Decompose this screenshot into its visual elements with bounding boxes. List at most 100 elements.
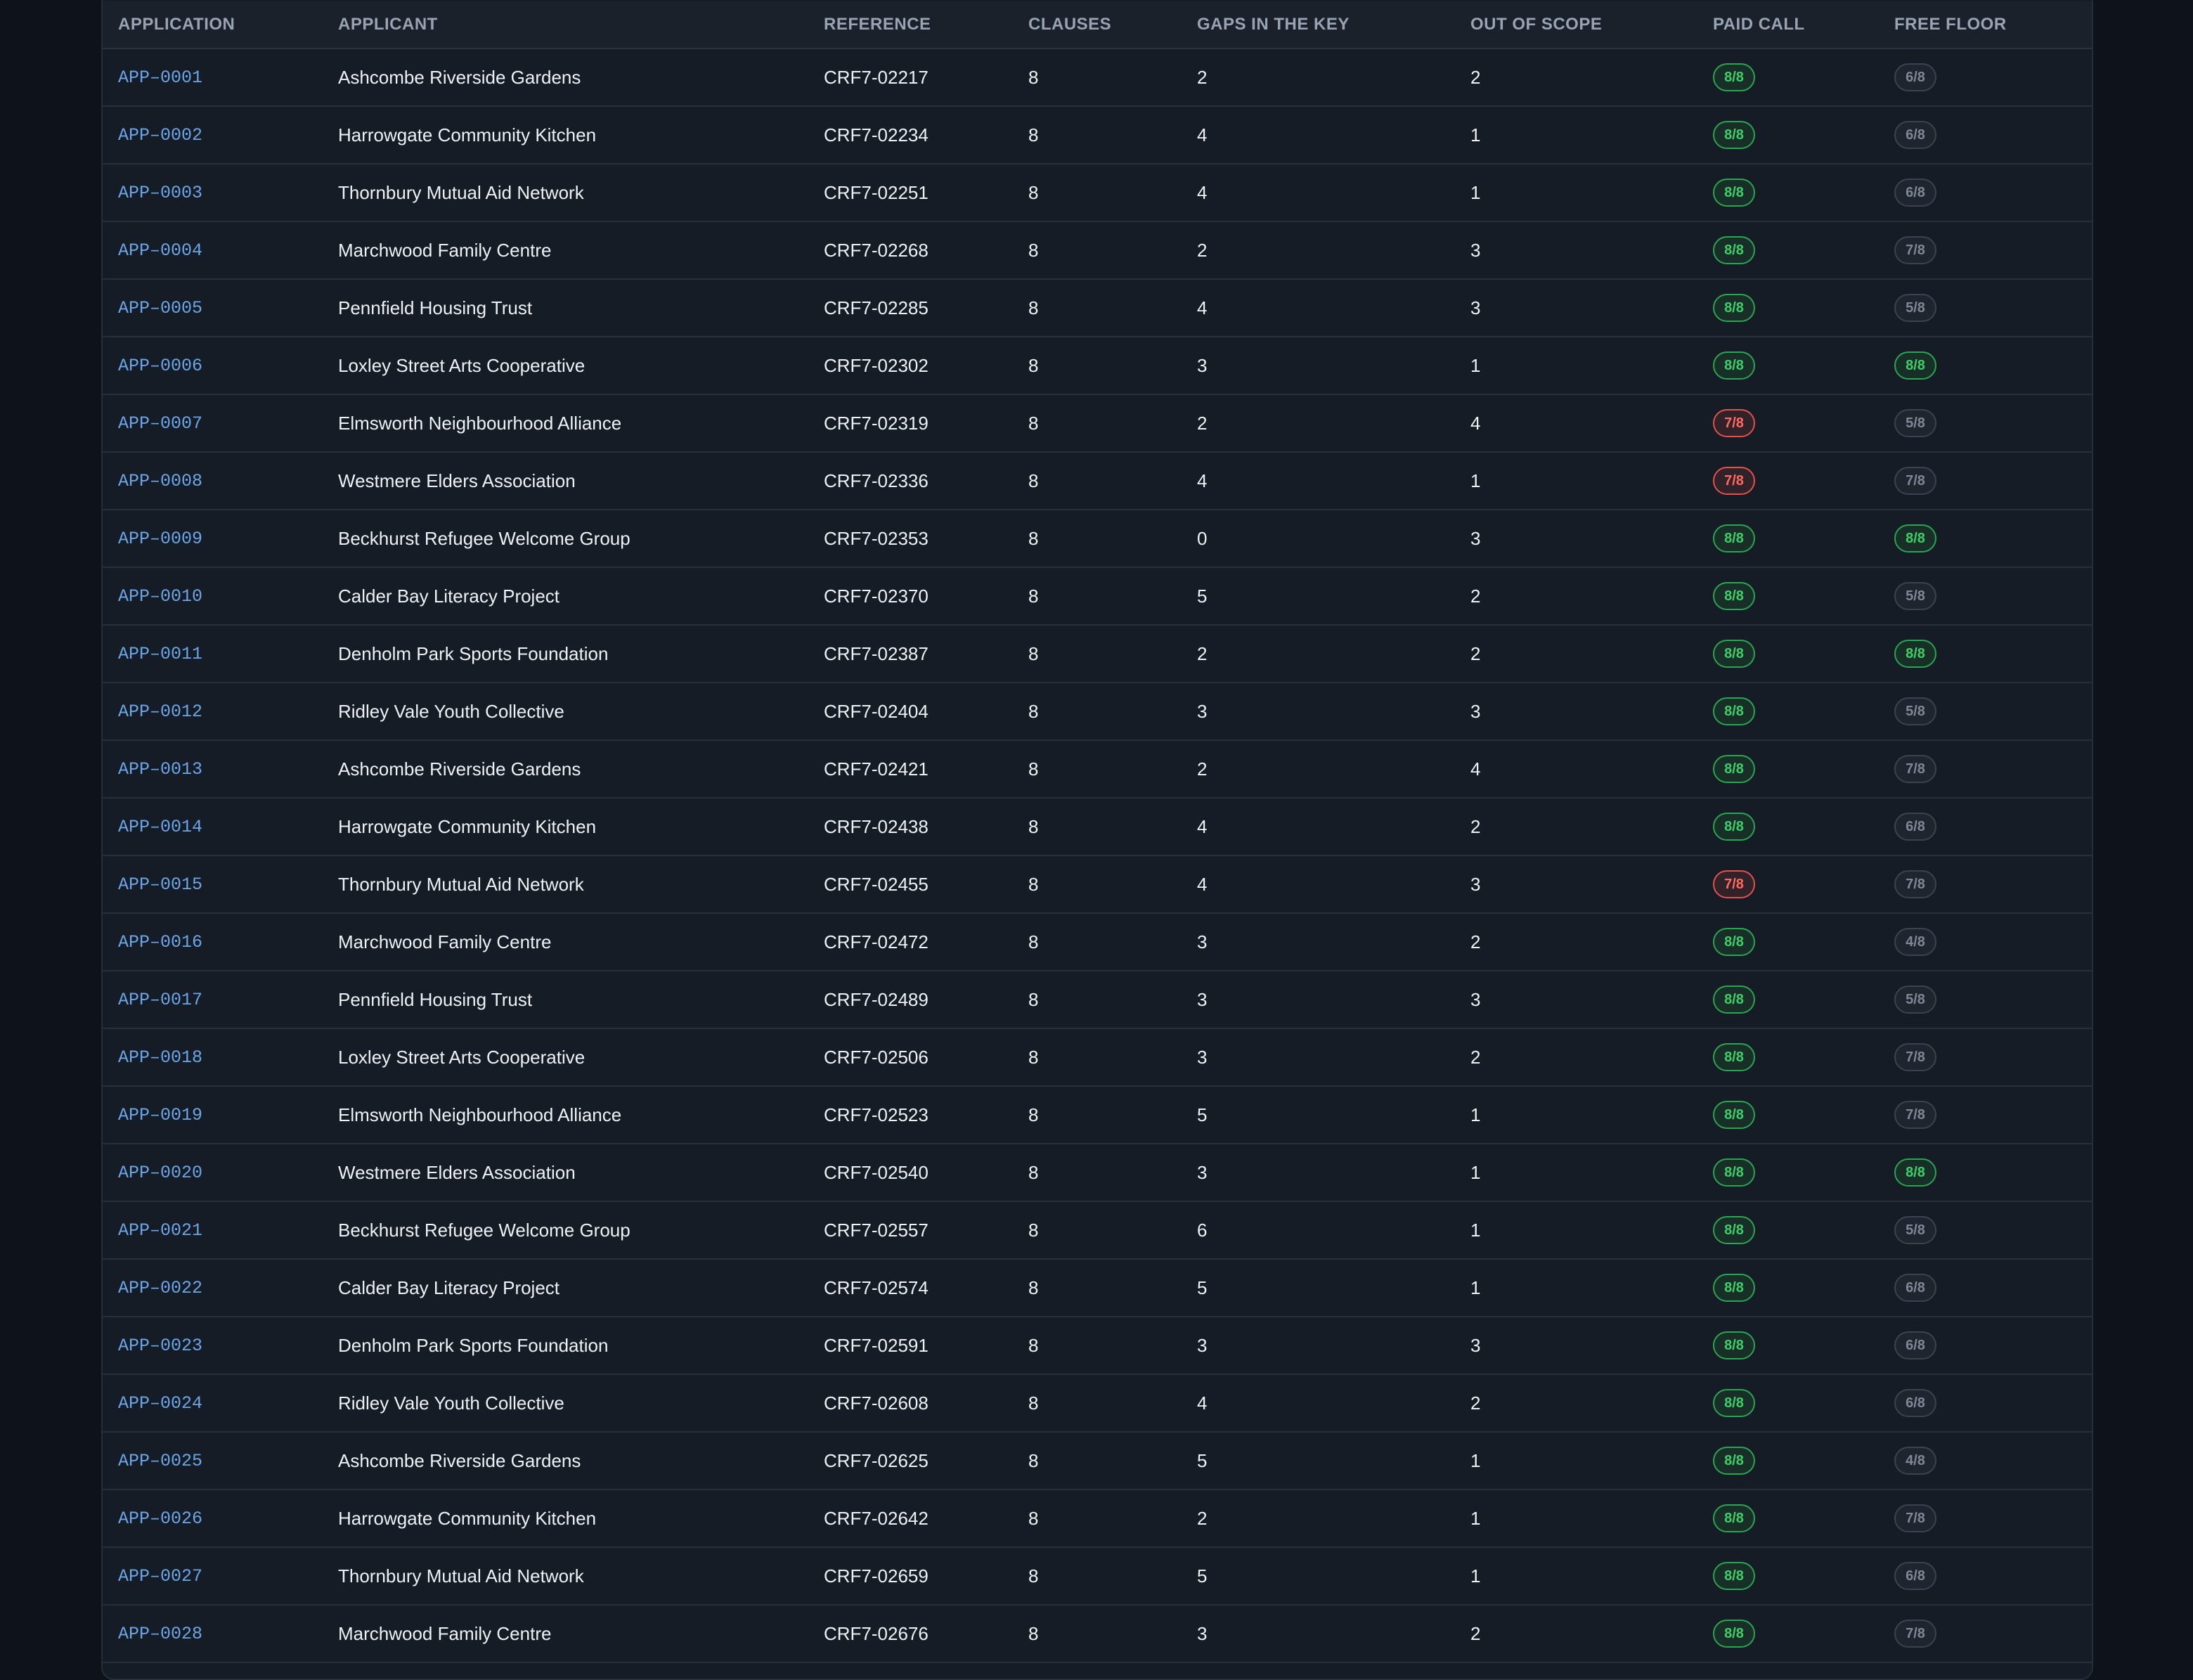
application-id-link[interactable]: APP–0005 <box>103 279 323 337</box>
table-row[interactable]: APP–0004 Marchwood Family Centre CRF7-0226… <box>103 221 2092 280</box>
table-row[interactable]: APP–0027 Thornbury Mutual Aid Network CRF7… <box>103 1547 2092 1605</box>
column-header-clauses[interactable]: CLAUSES <box>1013 1 1182 49</box>
paid-call-badge: 8/8 <box>1713 928 1755 956</box>
out-of-scope-count: 4 <box>1455 394 1697 453</box>
free-floor-cell: 6/8 <box>1879 49 2092 107</box>
table-row[interactable]: APP–0017 Pennfield Housing Trust CRF7-0248… <box>103 971 2092 1029</box>
gaps-in-the-key-count: 3 <box>1182 683 1455 741</box>
application-id-link[interactable]: APP–0016 <box>103 913 323 971</box>
application-id-link[interactable]: APP–0008 <box>103 452 323 510</box>
application-id-link[interactable]: APP–0021 <box>103 1201 323 1260</box>
out-of-scope-count: 1 <box>1455 1259 1697 1317</box>
free-floor-badge: 7/8 <box>1894 236 1936 264</box>
free-floor-cell: 7/8 <box>1879 221 2092 280</box>
clauses-count: 8 <box>1013 106 1182 164</box>
application-id-link[interactable]: APP–0015 <box>103 855 323 914</box>
table-row[interactable]: APP–0008 Westmere Elders Association CRF7-… <box>103 452 2092 510</box>
free-floor-cell: 6/8 <box>1879 106 2092 164</box>
application-id-link[interactable]: APP–0020 <box>103 1144 323 1202</box>
application-id-link[interactable]: APP–0017 <box>103 971 323 1029</box>
application-id-link[interactable]: APP–0003 <box>103 164 323 222</box>
application-id-link[interactable]: APP–0025 <box>103 1432 323 1490</box>
application-id-link[interactable]: APP–0014 <box>103 798 323 856</box>
table-row[interactable]: APP–0023 Denholm Park Sports Foundation CR… <box>103 1317 2092 1375</box>
application-id-link[interactable]: APP–0002 <box>103 106 323 164</box>
applicant-name: Ashcombe Riverside Gardens <box>323 740 808 799</box>
table-row[interactable]: APP–0001 Ashcombe Riverside Gardens CRF7-0… <box>103 49 2092 107</box>
table-row[interactable]: APP–0013 Ashcombe Riverside Gardens CRF7-0… <box>103 740 2092 799</box>
paid-call-badge: 8/8 <box>1713 1216 1755 1244</box>
reference-code: CRF7-02421 <box>808 740 1013 799</box>
application-id-link[interactable]: APP–0001 <box>103 49 323 107</box>
gaps-in-the-key-count: 3 <box>1182 913 1455 971</box>
table-row[interactable]: APP–0016 Marchwood Family Centre CRF7-0247… <box>103 913 2092 971</box>
application-id-link[interactable]: APP–0011 <box>103 625 323 683</box>
application-id-link[interactable]: APP–0023 <box>103 1317 323 1375</box>
column-header-application[interactable]: APPLICATION <box>103 1 323 49</box>
application-id-link[interactable]: APP–0012 <box>103 683 323 741</box>
table-row[interactable]: APP–0020 Westmere Elders Association CRF7-… <box>103 1144 2092 1202</box>
table-row[interactable]: APP–0026 Harrowgate Community Kitchen CRF7… <box>103 1490 2092 1548</box>
table-row[interactable]: APP–0009 Beckhurst Refugee Welcome Group C… <box>103 510 2092 568</box>
paid-call-cell: 8/8 <box>1697 1374 1879 1433</box>
applicant-name: Thornbury Mutual Aid Network <box>323 855 808 914</box>
table-row[interactable]: APP–0025 Ashcombe Riverside Gardens CRF7-0… <box>103 1432 2092 1490</box>
table-row[interactable]: APP–0003 Thornbury Mutual Aid Network CRF7… <box>103 164 2092 222</box>
table-row[interactable]: APP–0002 Harrowgate Community Kitchen CRF7… <box>103 106 2092 164</box>
paid-call-cell: 8/8 <box>1697 683 1879 741</box>
reference-code: CRF7-02370 <box>808 567 1013 626</box>
table-row[interactable]: APP–0011 Denholm Park Sports Foundation CR… <box>103 625 2092 683</box>
application-id-link[interactable]: APP–0013 <box>103 740 323 799</box>
application-id-link[interactable]: APP–0027 <box>103 1547 323 1605</box>
column-header-applicant[interactable]: APPLICANT <box>323 1 808 49</box>
column-header-gaps-in-the-key[interactable]: GAPS IN THE KEY <box>1182 1 1455 49</box>
table-row[interactable]: APP–0010 Calder Bay Literacy Project CRF7-… <box>103 567 2092 626</box>
table-row[interactable]: APP–0018 Loxley Street Arts Cooperative CR… <box>103 1028 2092 1087</box>
table-row[interactable]: APP–0014 Harrowgate Community Kitchen CRF7… <box>103 798 2092 856</box>
free-floor-cell: 7/8 <box>1879 1490 2092 1548</box>
application-id-link[interactable]: APP–0010 <box>103 567 323 626</box>
free-floor-badge: 7/8 <box>1894 755 1936 783</box>
column-header-reference[interactable]: REFERENCE <box>808 1 1013 49</box>
column-header-free-floor[interactable]: FREE FLOOR <box>1879 1 2092 49</box>
free-floor-cell: 8/8 <box>1879 1144 2092 1202</box>
table-row[interactable]: APP–0005 Pennfield Housing Trust CRF7-0228… <box>103 279 2092 337</box>
application-id-link[interactable]: APP–0022 <box>103 1259 323 1317</box>
application-id-link[interactable]: APP–0026 <box>103 1490 323 1548</box>
free-floor-cell: 8/8 <box>1879 337 2092 395</box>
paid-call-cell: 8/8 <box>1697 337 1879 395</box>
application-id-link[interactable]: APP–0019 <box>103 1086 323 1144</box>
out-of-scope-count: 3 <box>1455 510 1697 568</box>
paid-call-cell: 8/8 <box>1697 971 1879 1029</box>
table-row[interactable]: APP–0028 Marchwood Family Centre CRF7-0267… <box>103 1605 2092 1663</box>
table-row[interactable]: APP–0021 Beckhurst Refugee Welcome Group C… <box>103 1201 2092 1260</box>
table-row[interactable]: APP–0012 Ridley Vale Youth Collective CRF7… <box>103 683 2092 741</box>
out-of-scope-count: 1 <box>1455 452 1697 510</box>
table-row[interactable]: APP–0006 Loxley Street Arts Cooperative CR… <box>103 337 2092 395</box>
clauses-count: 8 <box>1013 798 1182 856</box>
application-id-link[interactable]: APP–0009 <box>103 510 323 568</box>
table-row[interactable]: APP–0015 Thornbury Mutual Aid Network CRF7… <box>103 855 2092 914</box>
out-of-scope-count: 3 <box>1455 1317 1697 1375</box>
application-id-link[interactable]: APP–0028 <box>103 1605 323 1663</box>
application-id-link[interactable]: APP–0004 <box>103 221 323 280</box>
table-header: APPLICATION APPLICANT REFERENCE CLAUSES … <box>103 1 2092 49</box>
clauses-count: 8 <box>1013 1605 1182 1663</box>
paid-call-cell: 8/8 <box>1697 510 1879 568</box>
application-id-link[interactable]: APP–0024 <box>103 1374 323 1433</box>
table-row[interactable]: APP–0024 Ridley Vale Youth Collective CRF7… <box>103 1374 2092 1433</box>
paid-call-cell: 8/8 <box>1697 740 1879 799</box>
table-row[interactable]: APP–0019 Elmsworth Neighbourhood Alliance… <box>103 1086 2092 1144</box>
paid-call-badge: 7/8 <box>1713 870 1755 898</box>
table-row[interactable]: APP–0007 Elmsworth Neighbourhood Alliance… <box>103 394 2092 453</box>
application-id-link[interactable]: APP–0006 <box>103 337 323 395</box>
clauses-count: 8 <box>1013 1432 1182 1490</box>
table-row[interactable]: APP–0022 Calder Bay Literacy Project CRF7-… <box>103 1259 2092 1317</box>
column-header-out-of-scope[interactable]: OUT OF SCOPE <box>1455 1 1697 49</box>
application-id-link[interactable]: APP–0007 <box>103 394 323 453</box>
column-header-paid-call[interactable]: PAID CALL <box>1697 1 1879 49</box>
applicant-name: Pennfield Housing Trust <box>323 279 808 337</box>
paid-call-badge: 8/8 <box>1713 1447 1755 1475</box>
application-id-link[interactable]: APP–0018 <box>103 1028 323 1087</box>
reference-code: CRF7-02387 <box>808 625 1013 683</box>
